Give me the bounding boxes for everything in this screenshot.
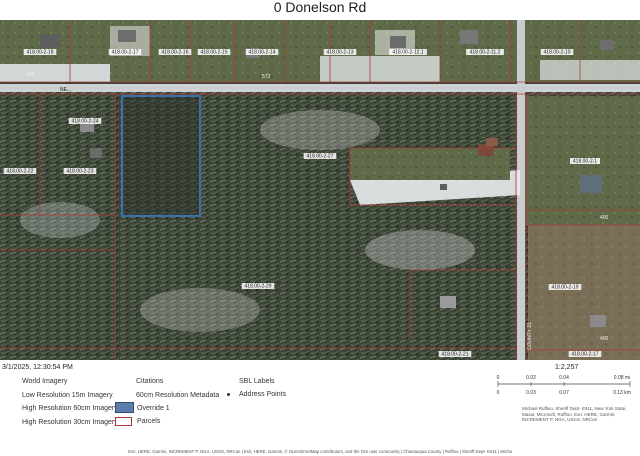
parcel-label: 418.00-2-17 xyxy=(108,49,142,56)
svg-text:418.00-2-27: 418.00-2-27 xyxy=(307,154,334,160)
svg-text:418.00-2-10: 418.00-2-10 xyxy=(544,50,571,56)
parcel-label: 418.00-2-24 xyxy=(68,118,102,125)
address-number: 572 xyxy=(262,74,271,80)
svg-text:418.00-2-23: 418.00-2-23 xyxy=(67,169,94,175)
scale-top-0: 0 xyxy=(497,375,500,381)
legend-citations: Citations xyxy=(136,378,164,385)
address-point-icon xyxy=(227,393,230,396)
timestamp: 3/1/2025, 12:30:54 PM xyxy=(2,364,73,371)
parcel-label: 418.00-2-1 xyxy=(570,158,600,165)
parcel-label: 418.00-2-18 xyxy=(23,49,57,56)
legend-parcels: Parcels xyxy=(137,418,161,425)
address-number: 400 xyxy=(600,215,609,221)
svg-text:418.00-2-22: 418.00-2-22 xyxy=(7,169,34,175)
parcel-labels: 418.00-2-18 418.00-2-17 418.00-2-16 418.00-… xyxy=(3,49,609,358)
scale-bottom-3: 0.13 km xyxy=(613,390,631,396)
svg-text:418.00-2-15: 418.00-2-15 xyxy=(201,50,228,56)
map-view[interactable]: 418.00-2-18 418.00-2-17 418.00-2-16 418.00-… xyxy=(0,20,640,360)
parcel-label: 418.00-2-29 xyxy=(241,283,275,290)
svg-text:418.00-2-11.2: 418.00-2-11.2 xyxy=(470,50,501,56)
svg-text:418.00-2-21: 418.00-2-21 xyxy=(442,352,469,358)
svg-text:418.00-2-17: 418.00-2-17 xyxy=(572,352,599,358)
scale-bottom-0: 0 xyxy=(497,390,500,396)
page-title: 0 Donelson Rd xyxy=(273,0,367,15)
svg-text:418.00-2-16: 418.00-2-16 xyxy=(162,50,189,56)
svg-text:418.00-2-29: 418.00-2-29 xyxy=(245,284,272,290)
legend-world-imagery: World Imagery xyxy=(22,378,68,385)
svg-text:418.00-2-1: 418.00-2-1 xyxy=(573,159,597,165)
svg-text:418.00-2-17: 418.00-2-17 xyxy=(112,50,139,56)
scale-top-3: 0.08 mi xyxy=(614,375,630,381)
svg-text:418.00-2-19: 418.00-2-19 xyxy=(552,285,579,291)
override-swatch xyxy=(115,402,134,413)
parcel-label: 418.00-2-11.2 xyxy=(466,49,504,56)
svg-text:418.00-2-12.1: 418.00-2-12.1 xyxy=(392,50,423,56)
road-label-county-21: COUNTY 21 xyxy=(527,322,533,350)
scale-top-1: 0.02 xyxy=(526,375,536,381)
parcel-label: 418.00-2-22 xyxy=(3,168,37,175)
parcel-label: 418.00-2-17 xyxy=(568,351,602,358)
scale-bottom-1: 0.03 xyxy=(526,390,536,396)
road-label-top: NE... xyxy=(60,87,71,93)
legend-override: Override 1 xyxy=(137,405,170,412)
svg-text:418.00-2-14: 418.00-2-14 xyxy=(249,50,276,56)
legend-sbl-labels: SBL Labels xyxy=(239,378,275,385)
legend-address-points: Address Points xyxy=(239,391,287,398)
address-number: 534 xyxy=(26,72,35,78)
parcel-label: 418.00-2-13 xyxy=(323,49,357,56)
svg-text:418.00-2-24: 418.00-2-24 xyxy=(72,119,99,125)
parcel-label: 418.00-2-15 xyxy=(197,49,231,56)
parcel-label: 418.00-2-27 xyxy=(303,153,337,160)
legend-60cm-metadata: 60cm Resolution Metadata xyxy=(136,392,220,399)
parcel-label: 418.00-2-12.1 xyxy=(389,49,427,56)
legend-high-res-30cm: High Resolution 30cm Imagery xyxy=(22,419,118,426)
svg-text:418.00-2-13: 418.00-2-13 xyxy=(327,50,354,56)
scale-top-2: 0.04 xyxy=(559,375,569,381)
scale-bottom-2: 0.07 xyxy=(559,390,569,396)
svg-text:418.00-2-18: 418.00-2-18 xyxy=(27,50,54,56)
address-number: 400 xyxy=(600,336,609,342)
parcel-label: 418.00-2-16 xyxy=(158,49,192,56)
parcel-label: 418.00-2-19 xyxy=(548,284,582,291)
map-credits: Michael Ruffino, Sheriff Dept- E911, New… xyxy=(522,406,627,422)
scale-ratio: 1:2,257 xyxy=(555,364,579,371)
legend-low-res-imagery: Low Resolution 15m Imagery xyxy=(22,392,113,399)
legend-high-res-60cm: High Resolution 60cm Imagery xyxy=(22,405,118,412)
parcel-label: 418.00-2-10 xyxy=(540,49,574,56)
parcel-label: 418.00-2-23 xyxy=(63,168,97,175)
parcels-swatch xyxy=(115,417,132,426)
parcel-label: 418.00-2-14 xyxy=(245,49,279,56)
parcel-label: 418.00-2-21 xyxy=(438,351,472,358)
attribution-footer: Esri, HERE, Garmin, INCREMENT P, NGA, US… xyxy=(128,449,512,454)
